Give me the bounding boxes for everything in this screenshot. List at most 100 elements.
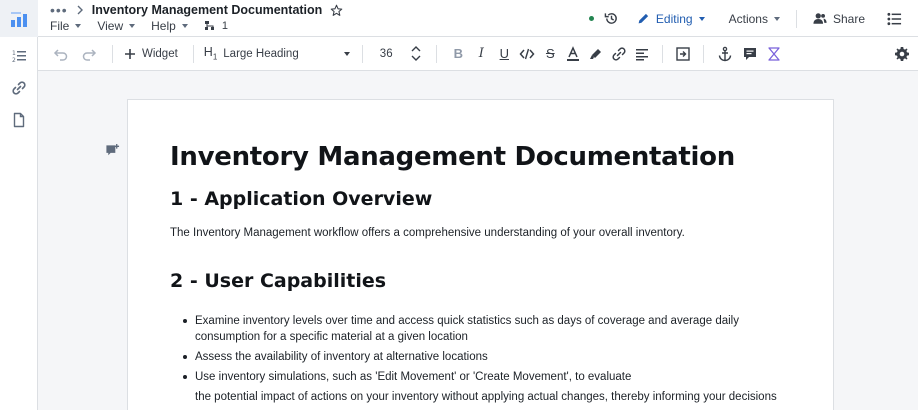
heading-icon: H1 — [204, 45, 217, 62]
add-comment-icon — [106, 143, 120, 156]
header-actions: Editing Actions Share — [588, 0, 918, 37]
comment-icon — [743, 47, 756, 60]
link-icon — [12, 81, 26, 95]
editor-toolbar: Widget H1 Large Heading 36 B I U S — [38, 37, 918, 71]
app-logo[interactable] — [0, 0, 38, 37]
people-icon — [813, 13, 827, 24]
divider — [702, 44, 704, 63]
list-item[interactable]: Use inventory simulations, such as 'Edit… — [183, 369, 803, 385]
editing-label: Editing — [655, 11, 693, 26]
code-icon — [519, 48, 535, 59]
redo-icon — [82, 48, 97, 61]
redo-button[interactable] — [78, 37, 100, 71]
divider — [795, 9, 797, 28]
file-menu-label: File — [50, 19, 70, 33]
text-color-button[interactable] — [562, 37, 585, 71]
chevron-down-icon[interactable] — [411, 55, 421, 62]
section-heading-overview[interactable]: 1 - Application Overview — [170, 188, 432, 210]
document-title[interactable]: Inventory Management Documentation — [92, 3, 323, 17]
anchor-icon — [718, 46, 731, 61]
align-left-icon — [636, 48, 649, 60]
anchor-button[interactable] — [712, 37, 738, 71]
heading-style-value: Large Heading — [223, 47, 299, 60]
divider — [661, 44, 663, 63]
strikethrough-button[interactable]: S — [539, 37, 562, 71]
italic-icon: I — [478, 46, 484, 61]
caret-down-icon — [75, 24, 82, 28]
chevron-right-icon — [77, 5, 83, 15]
bold-button[interactable]: B — [447, 37, 470, 71]
page-count: 1 — [221, 20, 228, 32]
svg-text:2: 2 — [12, 57, 16, 64]
menu-bar: File View Help 1 — [50, 18, 228, 34]
undo-button[interactable] — [44, 37, 78, 71]
help-menu-label: Help — [151, 19, 176, 33]
editing-mode-button[interactable]: Editing — [627, 0, 715, 37]
top-header: ••• Inventory Management Documentation F… — [38, 0, 918, 37]
divider — [361, 44, 363, 63]
bold-icon: B — [453, 46, 463, 61]
document-page[interactable]: Inventory Management Documentation 1 - A… — [127, 99, 834, 410]
chevron-up-icon[interactable] — [411, 45, 421, 52]
insert-block-button[interactable] — [671, 37, 695, 71]
align-button[interactable] — [631, 37, 654, 71]
italic-button[interactable]: I — [470, 37, 493, 71]
star-icon[interactable] — [330, 4, 343, 17]
svg-text:1: 1 — [12, 50, 16, 57]
undo-icon — [53, 48, 68, 61]
font-size-input[interactable]: 36 — [377, 37, 411, 71]
file-menu[interactable]: File — [50, 19, 82, 33]
list-item[interactable]: Assess the availability of inventory at … — [183, 349, 803, 365]
section-heading-capabilities[interactable]: 2 - User Capabilities — [170, 270, 386, 292]
link-icon — [612, 46, 626, 61]
caret-down-icon — [698, 16, 705, 21]
share-label: Share — [832, 11, 865, 26]
caret-down-icon — [181, 24, 188, 28]
outline-button[interactable]: 1 2 — [0, 41, 38, 71]
history-button[interactable] — [604, 0, 627, 37]
underline-icon: U — [499, 46, 509, 61]
plus-icon — [125, 48, 135, 59]
list-item-continuation[interactable]: the potential impact of actions on your … — [195, 391, 777, 403]
view-menu[interactable]: View — [97, 19, 136, 33]
widget-label: Widget — [142, 47, 178, 60]
font-size-stepper[interactable] — [411, 37, 421, 71]
more-icon[interactable]: ••• — [50, 3, 68, 17]
heading-icon-letter: H — [203, 45, 213, 60]
heading-icon-level: 1 — [212, 52, 218, 62]
margin-comment-button[interactable] — [105, 143, 120, 163]
pages-button[interactable] — [0, 105, 38, 135]
pencil-icon — [638, 13, 649, 24]
hourglass-icon — [768, 46, 780, 61]
overview-paragraph[interactable]: The Inventory Management workflow offers… — [170, 227, 685, 239]
list-item[interactable]: Examine inventory levels over time and a… — [183, 313, 803, 345]
capabilities-list: Examine inventory levels over time and a… — [183, 313, 803, 389]
link-button[interactable] — [608, 37, 631, 71]
left-rail: 1 2 — [0, 0, 38, 410]
highlight-button[interactable] — [585, 37, 608, 71]
underline-button[interactable]: U — [493, 37, 516, 71]
add-widget-button[interactable]: Widget — [124, 37, 182, 71]
settings-button[interactable] — [887, 37, 917, 71]
strikethrough-icon: S — [545, 46, 555, 61]
comment-button[interactable] — [738, 37, 762, 71]
properties-list-icon — [887, 12, 902, 25]
view-menu-label: View — [97, 19, 124, 33]
highlighter-icon — [590, 48, 602, 59]
properties-button[interactable] — [875, 0, 918, 37]
document-icon — [13, 112, 25, 128]
breadcrumb: ••• Inventory Management Documentation — [50, 2, 343, 18]
pages-indicator[interactable]: 1 — [204, 20, 228, 32]
clear-formatting-button[interactable] — [762, 37, 786, 71]
history-icon — [604, 13, 617, 24]
help-menu[interactable]: Help — [151, 19, 188, 33]
links-button[interactable] — [0, 73, 38, 103]
heading-style-select[interactable]: H1 Large Heading — [204, 37, 350, 71]
code-button[interactable] — [516, 37, 539, 71]
actions-menu[interactable]: Actions — [715, 0, 790, 37]
document-heading[interactable]: Inventory Management Documentation — [170, 142, 735, 172]
share-button[interactable]: Share — [803, 0, 875, 37]
divider — [112, 44, 113, 63]
gear-icon — [895, 46, 909, 61]
caret-down-icon — [773, 16, 780, 21]
